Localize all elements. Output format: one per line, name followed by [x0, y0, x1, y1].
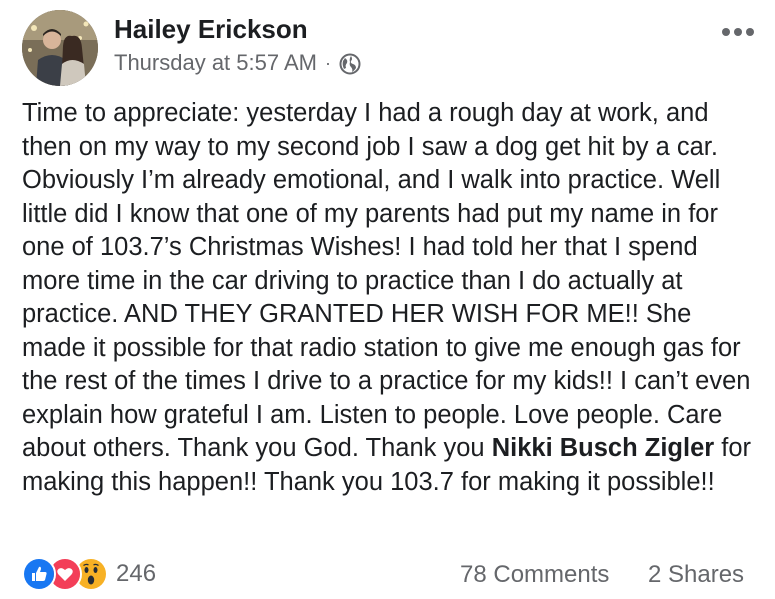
- more-options-icon[interactable]: [716, 20, 760, 44]
- author-name[interactable]: Hailey Erickson: [114, 14, 308, 45]
- post-meta: Thursday at 5:57 AM ·: [114, 50, 361, 76]
- like-icon: [22, 557, 56, 591]
- avatar-photo: [22, 10, 98, 86]
- reactions-summary[interactable]: 246: [22, 557, 156, 591]
- post-footer: 246 78 Comments 2 Shares: [0, 553, 775, 593]
- avatar[interactable]: [22, 10, 98, 86]
- mention-link[interactable]: Nikki Busch Zigler: [492, 434, 714, 462]
- facebook-post: Hailey Erickson Thursday at 5:57 AM · Ti…: [0, 0, 775, 599]
- reaction-count: 246: [116, 560, 157, 587]
- shares-count[interactable]: 2 Shares: [648, 561, 744, 589]
- comments-count[interactable]: 78 Comments: [460, 561, 609, 589]
- globe-icon[interactable]: [339, 53, 361, 75]
- meta-separator: ·: [325, 52, 331, 73]
- post-body: Time to appreciate: yesterday I had a ro…: [22, 97, 762, 499]
- post-text-part: Time to appreciate: yesterday I had a ro…: [22, 99, 751, 462]
- post-timestamp[interactable]: Thursday at 5:57 AM: [114, 50, 317, 76]
